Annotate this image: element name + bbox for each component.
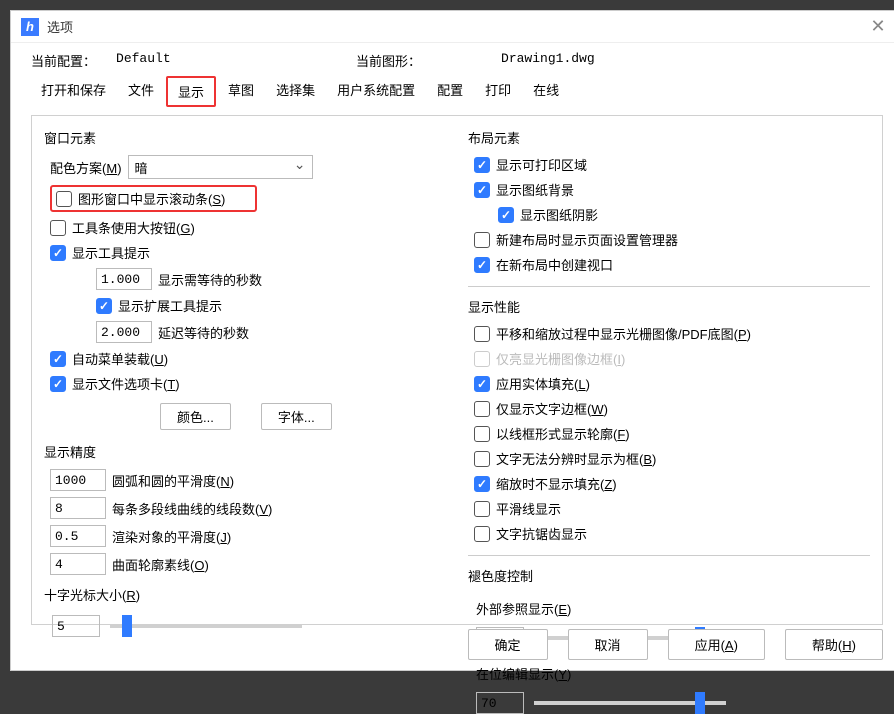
crosshair-title: 十字光标大小(R)	[44, 585, 450, 604]
big-buttons-label: 工具条使用大按钮(G)	[72, 218, 195, 237]
smooth-line-label: 平滑线显示	[496, 499, 561, 518]
group-fade-control: 褪色度控制	[468, 566, 874, 585]
tooltip-seconds-input[interactable]	[96, 268, 152, 290]
show-tooltip-checkbox[interactable]	[50, 245, 66, 261]
tab-display[interactable]: 显示	[166, 76, 216, 107]
tab-file[interactable]: 文件	[118, 76, 164, 107]
tab-user-sys[interactable]: 用户系统配置	[327, 76, 425, 107]
ext-tooltip-seconds-label: 延迟等待的秒数	[158, 323, 249, 342]
auto-menu-checkbox[interactable]	[50, 351, 66, 367]
tab-config[interactable]: 配置	[427, 76, 473, 107]
big-buttons-checkbox[interactable]	[50, 220, 66, 236]
paper-bg-label: 显示图纸背景	[496, 180, 574, 199]
options-dialog: h 选项 ✕ 当前配置： Default 当前图形： Drawing1.dwg …	[10, 10, 894, 671]
print-area-checkbox[interactable]	[474, 157, 490, 173]
titlebar: h 选项 ✕	[11, 11, 894, 43]
right-column: 布局元素 显示可打印区域 显示图纸背景 显示图纸阴影 新建布局时显示页面设置管理…	[464, 126, 874, 614]
render-smoothness-label: 渲染对象的平滑度(J)	[112, 527, 231, 546]
show-tooltip-label: 显示工具提示	[72, 243, 150, 262]
group-layout-elements: 布局元素	[468, 128, 874, 147]
text-aa-checkbox[interactable]	[474, 526, 490, 542]
ext-tooltip-label: 显示扩展工具提示	[118, 296, 222, 315]
window-title: 选项	[47, 17, 73, 36]
group-display-precision: 显示精度	[44, 442, 450, 461]
wireframe-label: 以线框形式显示轮廓(F)	[496, 424, 630, 443]
app-icon: h	[21, 18, 39, 36]
footer-buttons: 确定 取消 应用(A) 帮助(H)	[468, 629, 883, 660]
tab-selection[interactable]: 选择集	[266, 76, 325, 107]
group-display-perf: 显示性能	[468, 297, 874, 316]
inplace-slider[interactable]	[534, 701, 726, 705]
close-icon[interactable]: ✕	[863, 16, 893, 37]
text-box-checkbox[interactable]	[474, 451, 490, 467]
highlight-scrollbar-option: 图形窗口中显示滚动条(S)	[50, 185, 257, 212]
arc-smoothness-input[interactable]	[50, 469, 106, 491]
text-boundary-label: 仅显示文字边框(W)	[496, 399, 608, 418]
cancel-button[interactable]: 取消	[568, 629, 648, 660]
scrollbar-label: 图形窗口中显示滚动条(S)	[78, 189, 225, 208]
smooth-line-checkbox[interactable]	[474, 501, 490, 517]
paper-shadow-label: 显示图纸阴影	[520, 205, 598, 224]
polyline-segments-input[interactable]	[50, 497, 106, 519]
highlight-raster-label: 仅亮显光栅图像边框(I)	[496, 349, 625, 368]
help-button[interactable]: 帮助(H)	[785, 629, 883, 660]
text-boundary-checkbox[interactable]	[474, 401, 490, 417]
surface-lines-input[interactable]	[50, 553, 106, 575]
arc-smoothness-label: 圆弧和圆的平滑度(N)	[112, 471, 234, 490]
tab-open-save[interactable]: 打开和保存	[31, 76, 116, 107]
file-tab-label: 显示文件选项卡(T)	[72, 374, 180, 393]
pan-zoom-raster-checkbox[interactable]	[474, 326, 490, 342]
new-layout-mgr-label: 新建布局时显示页面设置管理器	[496, 230, 678, 249]
hide-fill-zoom-label: 缩放时不显示填充(Z)	[496, 474, 617, 493]
tooltip-seconds-label: 显示需等待的秒数	[158, 270, 262, 289]
tab-print[interactable]: 打印	[475, 76, 521, 107]
text-aa-label: 文字抗锯齿显示	[496, 524, 587, 543]
font-button[interactable]: 字体...	[261, 403, 332, 430]
solid-fill-checkbox[interactable]	[474, 376, 490, 392]
pan-zoom-raster-label: 平移和缩放过程中显示光栅图像/PDF底图(P)	[496, 324, 751, 343]
new-layout-viewport-label: 在新布局中创建视口	[496, 255, 613, 274]
tab-sketch[interactable]: 草图	[218, 76, 264, 107]
scrollbar-checkbox[interactable]	[56, 191, 72, 207]
crosshair-value[interactable]: 5	[52, 615, 100, 637]
ext-tooltip-checkbox[interactable]	[96, 298, 112, 314]
solid-fill-label: 应用实体填充(L)	[496, 374, 590, 393]
print-area-label: 显示可打印区域	[496, 155, 587, 174]
header-row: 当前配置： Default 当前图形： Drawing1.dwg	[31, 51, 883, 70]
current-drawing-label: 当前图形：	[356, 51, 421, 70]
crosshair-slider[interactable]	[110, 624, 302, 628]
polyline-segments-label: 每条多段线曲线的线段数(V)	[112, 499, 272, 518]
current-drawing-value: Drawing1.dwg	[501, 51, 595, 70]
highlight-raster-checkbox	[474, 351, 490, 367]
new-layout-viewport-checkbox[interactable]	[474, 257, 490, 273]
apply-button[interactable]: 应用(A)	[668, 629, 765, 660]
file-tab-checkbox[interactable]	[50, 376, 66, 392]
color-scheme-label: 配色方案(M)	[50, 158, 122, 177]
xref-display-label: 外部参照显示(E)	[464, 599, 874, 618]
current-config-value: Default	[116, 51, 356, 70]
hide-fill-zoom-checkbox[interactable]	[474, 476, 490, 492]
wireframe-checkbox[interactable]	[474, 426, 490, 442]
paper-bg-checkbox[interactable]	[474, 182, 490, 198]
render-smoothness-input[interactable]	[50, 525, 106, 547]
color-button[interactable]: 颜色...	[160, 403, 231, 430]
inplace-edit-label: 在位编辑显示(Y)	[464, 664, 874, 683]
ok-button[interactable]: 确定	[468, 629, 548, 660]
new-layout-mgr-checkbox[interactable]	[474, 232, 490, 248]
group-window-elements: 窗口元素	[44, 128, 450, 147]
text-box-label: 文字无法分辨时显示为框(B)	[496, 449, 656, 468]
auto-menu-label: 自动菜单装载(U)	[72, 349, 168, 368]
current-config-label: 当前配置：	[31, 51, 96, 70]
ext-tooltip-seconds-input[interactable]	[96, 321, 152, 343]
tabs-bar: 打开和保存 文件 显示 草图 选择集 用户系统配置 配置 打印 在线	[31, 76, 883, 107]
inplace-value[interactable]: 70	[476, 692, 524, 714]
tab-online[interactable]: 在线	[523, 76, 569, 107]
surface-lines-label: 曲面轮廓素线(O)	[112, 555, 209, 574]
paper-shadow-checkbox[interactable]	[498, 207, 514, 223]
left-column: 窗口元素 配色方案(M) 暗 图形窗口中显示滚动条(S) 工具条使用大按钮(G)	[40, 126, 450, 614]
color-scheme-select[interactable]: 暗	[128, 155, 313, 179]
